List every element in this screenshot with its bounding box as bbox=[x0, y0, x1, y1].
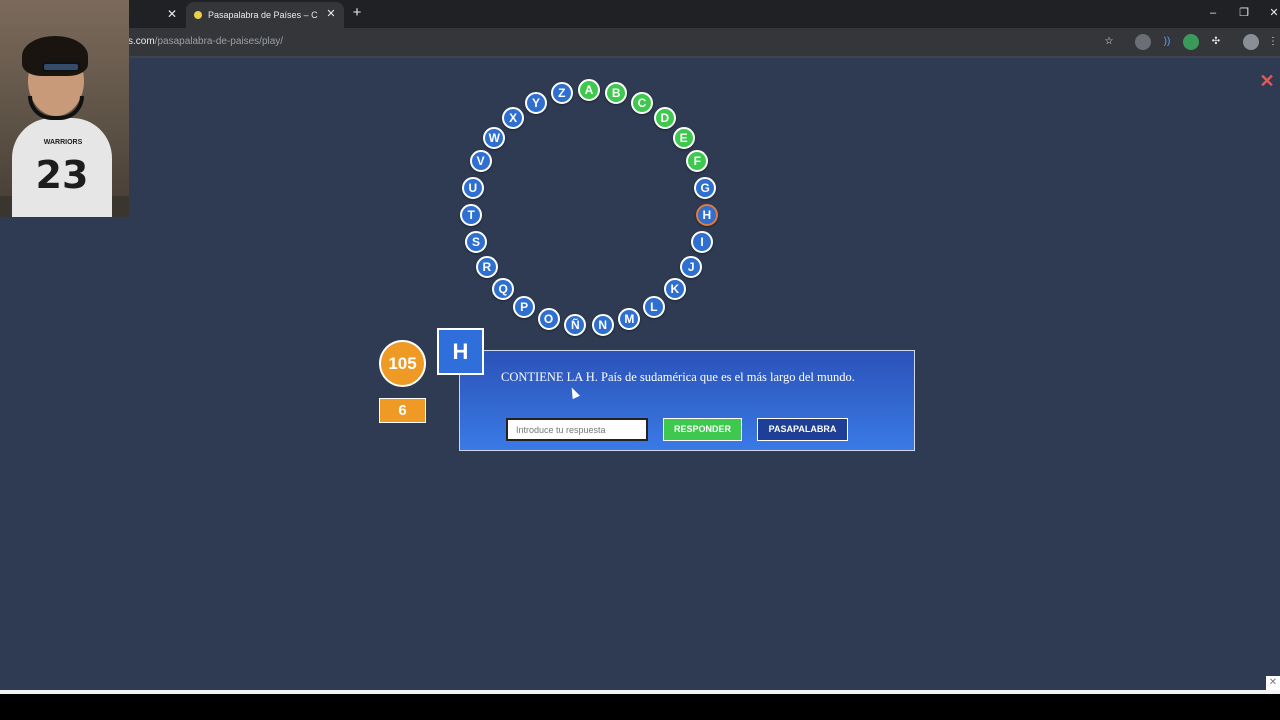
tab-title: Pasapalabra de Países – COKITO bbox=[208, 10, 318, 20]
browser-tab-bar: ✕ Pasapalabra de Países – COKITO ✕ + – ❐… bbox=[0, 0, 1280, 28]
rosco-letter-b: B bbox=[605, 82, 628, 105]
address-bar[interactable]: s.com/pasapalabra-de-paises/play/ ☆ )) ✣… bbox=[0, 28, 1280, 56]
extension-globe-icon[interactable] bbox=[1135, 34, 1151, 50]
restore-button[interactable]: ❐ bbox=[1234, 4, 1254, 22]
rosco-letter-j: J bbox=[680, 256, 703, 278]
rosco-letter-o: O bbox=[537, 307, 560, 330]
extension-audio-icon[interactable]: )) bbox=[1159, 34, 1175, 50]
rosco-letter-u: U bbox=[461, 176, 484, 199]
rosco-letter-g: G bbox=[694, 176, 717, 199]
rosco-letter-l: L bbox=[642, 295, 665, 318]
bookmark-star-icon[interactable]: ☆ bbox=[1101, 34, 1117, 50]
close-game-icon[interactable]: ✕ bbox=[1258, 72, 1276, 90]
answer-input[interactable] bbox=[506, 418, 648, 441]
rosco-letter-a: A bbox=[578, 79, 600, 101]
webcam-glasses-icon bbox=[42, 62, 80, 72]
previous-tab-close-icon[interactable]: ✕ bbox=[164, 6, 180, 22]
rosco-letter-p: P bbox=[513, 295, 536, 318]
rosco-letter-w: W bbox=[483, 126, 506, 149]
new-tab-button[interactable]: + bbox=[348, 4, 366, 22]
rosco-letter-k: K bbox=[663, 278, 686, 300]
pasapalabra-button[interactable]: PASAPALABRA bbox=[757, 418, 848, 441]
webcam-shirt-word: WARRIORS bbox=[43, 139, 83, 146]
rosco-letter-f: F bbox=[686, 150, 709, 173]
corner-close-icon[interactable]: ✕ bbox=[1266, 676, 1280, 690]
question-text: CONTIENE LA H. País de sudamérica que es… bbox=[501, 370, 855, 384]
rosco-letter-i: I bbox=[691, 230, 713, 253]
rosco-letter-h: H bbox=[695, 203, 718, 226]
rosco-letter-r: R bbox=[475, 256, 498, 278]
webcam-overlay: WARRIORS 23 bbox=[0, 0, 129, 217]
rosco-letter-t: T bbox=[460, 203, 483, 226]
url-host: s.com bbox=[128, 36, 155, 47]
rosco-letter-v: V bbox=[469, 150, 492, 173]
current-letter-badge: H bbox=[437, 328, 484, 375]
active-tab[interactable]: Pasapalabra de Países – COKITO ✕ bbox=[186, 2, 344, 28]
rosco-letter-n: N bbox=[591, 314, 614, 337]
minimize-button[interactable]: – bbox=[1203, 4, 1223, 22]
rosco-letter-m: M bbox=[618, 307, 641, 330]
letterbox-bottom bbox=[0, 694, 1280, 720]
window-close-button[interactable]: ✕ bbox=[1264, 4, 1280, 22]
rosco-letter-d: D bbox=[653, 106, 676, 129]
rosco-letter-z: Z bbox=[550, 82, 573, 105]
extension-green-icon[interactable] bbox=[1183, 34, 1199, 50]
rosco-letter-x: X bbox=[502, 106, 525, 129]
rosco-letter-y: Y bbox=[525, 91, 547, 114]
rosco-letter-ñ: Ñ bbox=[564, 314, 587, 337]
rosco-letter-q: Q bbox=[492, 278, 515, 300]
respond-button[interactable]: RESPONDER bbox=[663, 418, 742, 441]
url-text[interactable]: s.com/pasapalabra-de-paises/play/ bbox=[128, 35, 283, 49]
favicon-icon bbox=[194, 11, 202, 19]
rosco-letter-e: E bbox=[672, 126, 695, 149]
extensions-puzzle-icon[interactable]: ✣ bbox=[1208, 34, 1224, 50]
score-badge: 105 bbox=[379, 340, 426, 387]
timer-badge: 6 bbox=[379, 398, 426, 423]
menu-kebab-icon[interactable]: ⋮ bbox=[1268, 34, 1278, 50]
tab-close-icon[interactable]: ✕ bbox=[324, 7, 338, 21]
question-panel: CONTIENE LA H. País de sudamérica que es… bbox=[459, 350, 915, 451]
rosco-letter-c: C bbox=[631, 91, 653, 114]
webcam-shirt-number: 23 bbox=[35, 153, 89, 197]
webcam-headphones-icon bbox=[28, 96, 84, 120]
profile-avatar-icon[interactable] bbox=[1243, 34, 1259, 50]
rosco-letter-s: S bbox=[465, 230, 487, 253]
game-page: ✕ ABCDEFGHIJKLMNÑOPQRSTUVWXYZ 105 6 CONT… bbox=[0, 58, 1280, 690]
url-path: /pasapalabra-de-paises/play/ bbox=[154, 36, 284, 47]
